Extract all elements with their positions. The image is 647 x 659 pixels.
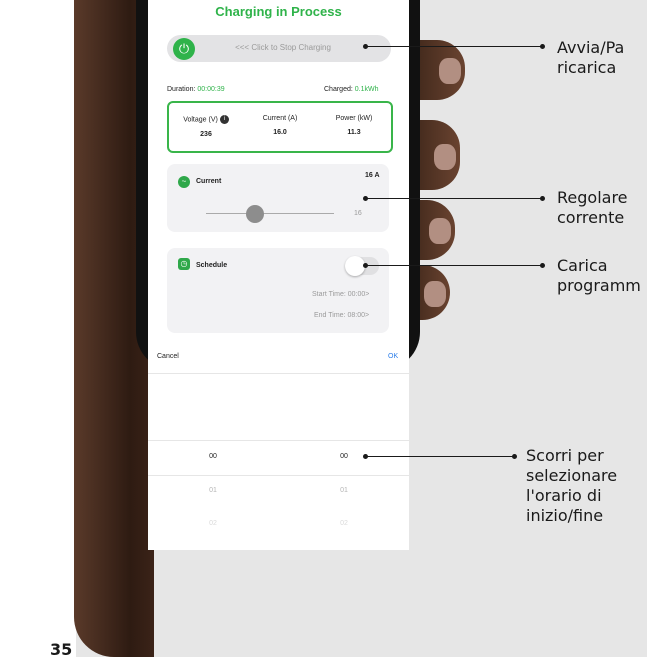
charged-label: Charged: xyxy=(324,86,353,93)
start-time-link[interactable]: Start Time: 00:00> xyxy=(312,291,369,298)
current-slider-thumb[interactable] xyxy=(246,205,264,223)
current-slider-track[interactable] xyxy=(206,213,334,214)
callout-dot xyxy=(540,263,545,268)
minute-option[interactable]: 01 xyxy=(324,487,364,494)
wave-icon: ~ xyxy=(178,176,190,188)
charged-value: 0.1kWh xyxy=(354,86,379,93)
current-card-label: Current xyxy=(196,178,222,185)
cancel-button[interactable]: Cancel xyxy=(157,353,179,360)
stop-charging-button[interactable]: <<< Click to Stop Charging xyxy=(208,43,358,52)
power-metric-label: Power (kW) xyxy=(335,115,373,122)
power-metric-value: 11.3 xyxy=(347,129,361,136)
charged-stat: Charged: 0.1kWh xyxy=(324,86,378,93)
callout-dot xyxy=(540,196,545,201)
schedule-label: Schedule xyxy=(196,262,228,269)
power-metric: Power (kW) 11.3 xyxy=(317,115,391,136)
end-time-link[interactable]: End Time: 08:00> xyxy=(314,312,369,319)
ok-button[interactable]: OK xyxy=(388,353,398,360)
current-setting: 16 A xyxy=(365,172,380,179)
page-number: 35 xyxy=(50,640,73,659)
callout-line xyxy=(366,265,542,266)
voltage-label: Voltage (V) xyxy=(183,116,218,124)
callout-adjust-current: Regolare corrente xyxy=(557,188,628,227)
info-icon[interactable]: i xyxy=(219,115,229,124)
duration-value: 00:00:39 xyxy=(197,86,225,93)
callout-dot xyxy=(540,44,545,49)
callout-scheduled-charge: Carica programm xyxy=(557,256,641,295)
picker-selection-top xyxy=(148,440,409,441)
current-metric-label: Current (A) xyxy=(262,115,298,122)
minute-option[interactable]: 02 xyxy=(324,520,364,527)
phone-screen: Charging in Process ⏻ <<< Click to Stop … xyxy=(148,0,409,550)
voltage-value: 236 xyxy=(200,131,212,138)
page-title: Charging in Process xyxy=(215,4,342,19)
slider-value: 16 xyxy=(354,210,362,217)
callout-start-stop: Avvia/Pa ricarica xyxy=(557,38,625,77)
hour-option[interactable]: 00 xyxy=(193,453,233,460)
picker-selection-bottom xyxy=(148,475,409,476)
callout-dot xyxy=(512,454,517,459)
callout-scroll-time: Scorri per selezionare l'orario di inizi… xyxy=(526,446,618,525)
hour-option[interactable]: 02 xyxy=(193,520,233,527)
duration-stat: Duration: 00:00:39 xyxy=(167,86,225,93)
current-metric-value: 16.0 xyxy=(273,129,287,136)
current-card xyxy=(167,164,389,232)
minute-option[interactable]: 00 xyxy=(324,453,364,460)
power-icon[interactable]: ⏻ xyxy=(173,38,195,60)
schedule-toggle-knob[interactable] xyxy=(345,256,365,276)
callout-line xyxy=(366,198,542,199)
voltage-metric: Voltage (V) i 236 xyxy=(169,115,243,138)
duration-label: Duration: xyxy=(167,86,196,93)
picker-divider xyxy=(148,373,409,374)
alarm-clock-icon: ◷ xyxy=(178,258,190,270)
metrics-panel: Voltage (V) i 236 Current (A) 16.0 Power… xyxy=(167,101,393,153)
callout-line xyxy=(366,46,542,47)
callout-line xyxy=(366,456,514,457)
hour-option[interactable]: 01 xyxy=(193,487,233,494)
current-metric: Current (A) 16.0 xyxy=(243,115,317,136)
